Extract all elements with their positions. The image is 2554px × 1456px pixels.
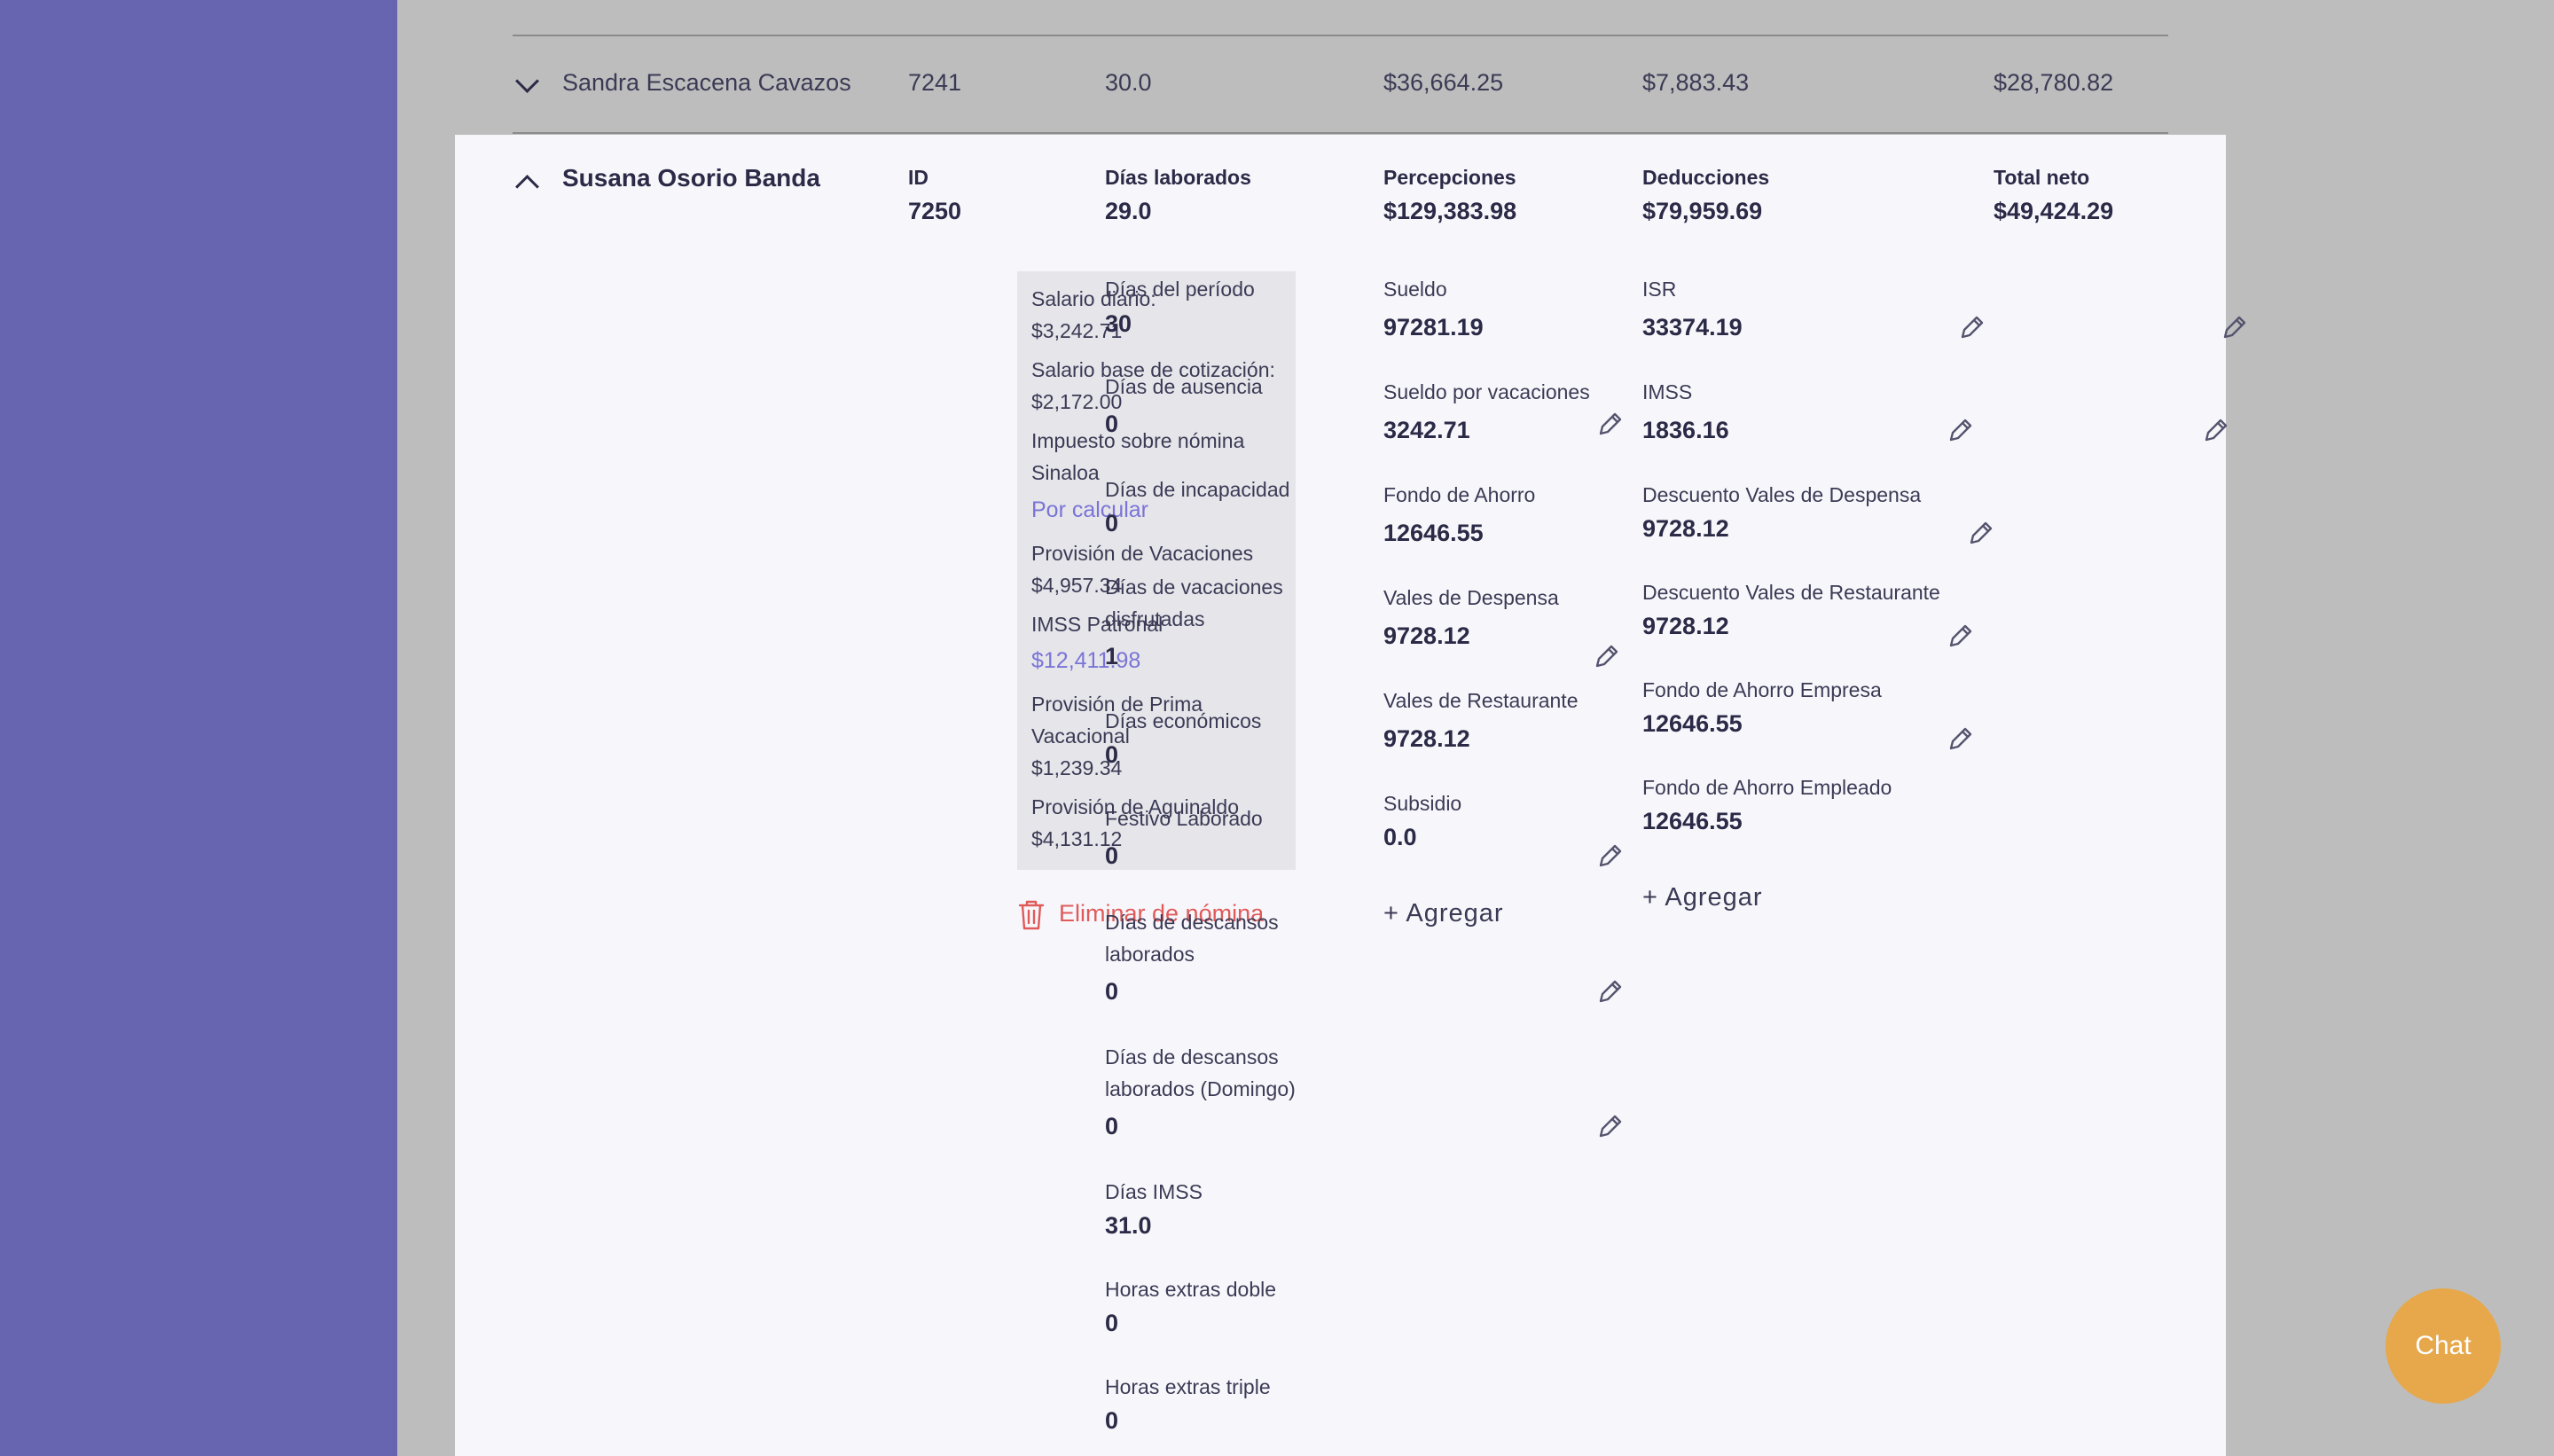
fondo-empresa-label: Fondo de Ahorro Empresa [1642,678,1882,701]
horas-extras-triple-value: 0 [1105,1407,1119,1434]
edit-pencil-icon[interactable] [1594,841,1626,873]
edit-pencil-icon[interactable] [2218,312,2250,344]
dias-imss-value: 31.0 [1105,1212,1152,1239]
dias-incapacidad-label: Días de incapacidad [1105,478,1290,501]
collapsed-employee-row[interactable]: Sandra Escacena Cavazos 7241 30.0 $36,66… [455,0,2226,135]
divider [513,132,2168,134]
fondo-ahorro-value: 12646.55 [1383,520,1484,546]
prov-vacaciones-label: Provisión de Vacaciones [1031,542,1254,565]
imss-value: 1836.16 [1642,417,1729,443]
descansos-domingo-value: 0 [1105,1113,1119,1139]
subsidio-value: 0.0 [1383,824,1417,850]
fondo-empresa-value: 12646.55 [1642,710,1743,737]
employee-id: 7241 [908,69,962,96]
edit-pencil-icon[interactable] [1594,409,1626,441]
perceptions-label: Percepciones [1383,166,1516,189]
edit-pencil-icon[interactable] [1594,976,1626,1008]
days-worked: 30.0 [1105,69,1152,96]
add-deduction-button[interactable]: + Agregar [1642,883,1763,912]
id-label: ID [908,166,928,189]
sueldo-value: 97281.19 [1383,314,1484,341]
dias-vacaciones-label: Días de vacaciones [1105,575,1283,599]
vales-restaurante-label: Vales de Restaurante [1383,689,1579,712]
net-total: $28,780.82 [1994,69,2114,96]
net-value: $49,424.29 [1994,198,2114,224]
chat-label: Chat [2415,1331,2472,1360]
festivo-laborado-value: 0 [1105,842,1119,869]
dias-imss-label: Días IMSS [1105,1180,1203,1203]
plus-icon: + [1642,883,1658,912]
sueldo-vacaciones-label: Sueldo por vacaciones [1383,380,1590,403]
imss-patronal-link[interactable]: $12,411.98 [1031,648,1140,674]
employee-name[interactable]: Sandra Escacena Cavazos [562,69,851,97]
edit-pencil-icon[interactable] [1944,415,1976,447]
edit-pencil-icon[interactable] [1964,518,1996,550]
chevron-down-icon[interactable] [515,69,539,93]
edit-pencil-icon[interactable] [1590,641,1622,673]
imss-label: IMSS [1642,380,1693,403]
divider [513,35,2168,36]
plus-icon: + [1383,899,1399,928]
vales-restaurante-value: 9728.12 [1383,725,1470,752]
dias-periodo-label: Días del período [1105,278,1255,301]
fondo-empleado-label: Fondo de Ahorro Empleado [1642,776,1892,799]
descansos-domingo-label: Días de descansos [1105,1045,1279,1069]
dias-vacaciones-value: 1 [1105,643,1119,669]
descansos-laborados-label: Días de descansos [1105,911,1279,934]
dias-ausencia-value: 0 [1105,411,1119,437]
descansos-laborados-label-2: laborados [1105,943,1195,966]
festivo-laborado-label: Festivo Laborado [1105,807,1263,830]
horas-extras-doble-label: Horas extras doble [1105,1278,1277,1301]
fondo-empleado-value: 12646.55 [1642,808,1743,834]
descuento-despensa-label: Descuento Vales de Despensa [1642,483,1922,506]
isn-label: Impuesto sobre nómina [1031,429,1245,452]
horas-extras-triple-label: Horas extras triple [1105,1375,1271,1398]
edit-pencil-icon[interactable] [1944,621,1976,653]
add-perception-button[interactable]: + Agregar [1383,899,1504,928]
descuento-restaurante-value: 9728.12 [1642,613,1729,639]
perceptions-value: $129,383.98 [1383,198,1517,224]
subsidio-label: Subsidio [1383,792,1462,815]
deductions-value: $79,959.69 [1642,198,1763,224]
days-label: Días laborados [1105,166,1251,189]
dias-incapacidad-value: 0 [1105,510,1119,536]
dias-vacaciones-label-2: disfrutadas [1105,607,1205,630]
add-deduction-label: Agregar [1665,883,1763,912]
dias-periodo-value: 30 [1105,310,1132,337]
edit-pencil-icon[interactable] [1944,724,1976,755]
descuento-restaurante-label: Descuento Vales de Restaurante [1642,581,1940,604]
perceptions-total: $36,664.25 [1383,69,1504,96]
edit-pencil-icon[interactable] [1955,312,1987,344]
id-value: 7250 [908,198,962,224]
trash-icon[interactable] [1017,899,1046,931]
edit-pencil-icon[interactable] [1594,1111,1626,1143]
dias-ausencia-label: Días de ausencia [1105,375,1263,398]
deductions-total: $7,883.43 [1642,69,1750,96]
chevron-up-icon[interactable] [515,175,539,199]
isr-label: ISR [1642,278,1677,301]
deductions-label: Deducciones [1642,166,1770,189]
days-value: 29.0 [1105,198,1152,224]
add-perception-label: Agregar [1406,899,1504,928]
vales-despensa-label: Vales de Despensa [1383,586,1559,609]
descuento-despensa-value: 9728.12 [1642,515,1729,542]
isr-value: 33374.19 [1642,314,1743,341]
dias-economicos-value: 0 [1105,741,1119,768]
isn-label-state: Sinaloa [1031,461,1100,484]
net-label: Total neto [1994,166,2090,189]
employee-name[interactable]: Susana Osorio Banda [562,164,820,192]
sidebar [0,0,397,1456]
edit-pencil-icon[interactable] [2199,415,2231,447]
descansos-laborados-value: 0 [1105,978,1119,1005]
vales-despensa-value: 9728.12 [1383,622,1470,649]
dias-economicos-label: Días económicos [1105,709,1262,732]
descansos-domingo-label-2: laborados (Domingo) [1105,1077,1296,1100]
sueldo-vacaciones-value: 3242.71 [1383,417,1470,443]
sueldo-label: Sueldo [1383,278,1447,301]
payroll-panel: Sandra Escacena Cavazos 7241 30.0 $36,66… [455,0,2246,1456]
horas-extras-doble-value: 0 [1105,1310,1119,1336]
fondo-ahorro-label: Fondo de Ahorro [1383,483,1536,506]
chat-button[interactable]: Chat [2386,1288,2501,1404]
